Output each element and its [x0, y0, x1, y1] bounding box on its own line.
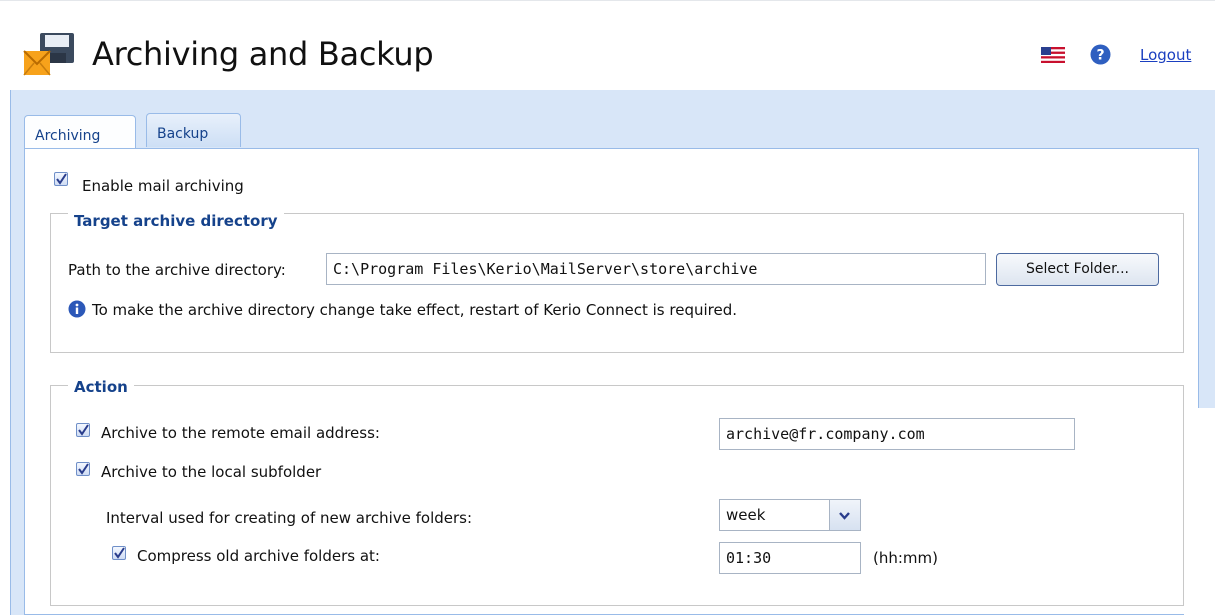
compress-unit-label: (hh:mm) — [873, 549, 938, 567]
interval-label: Interval used for creating of new archiv… — [106, 509, 473, 527]
compress-time-input[interactable]: 01:30 — [719, 542, 861, 574]
page-title: Archiving and Backup — [92, 35, 434, 73]
page-edge — [1184, 408, 1215, 615]
check-icon — [114, 547, 125, 559]
help-icon[interactable]: ? — [1090, 44, 1111, 65]
archive-path-input[interactable]: C:\Program Files\Kerio\MailServer\store\… — [326, 253, 986, 285]
logout-link[interactable]: Logout — [1140, 46, 1191, 64]
action-legend: Action — [68, 378, 134, 396]
local-subfolder-checkbox[interactable] — [76, 462, 90, 476]
chevron-down-icon[interactable] — [829, 500, 860, 530]
svg-text:?: ? — [1096, 48, 1104, 64]
us-flag-icon[interactable] — [1041, 47, 1065, 63]
archive-mail-icon — [23, 33, 74, 76]
check-icon — [56, 173, 67, 185]
check-icon — [78, 424, 89, 436]
enable-archiving-label: Enable mail archiving — [82, 177, 244, 195]
enable-archiving-checkbox[interactable] — [54, 172, 68, 186]
path-label: Path to the archive directory: — [68, 261, 286, 279]
remote-email-input[interactable]: archive@fr.company.com — [719, 418, 1075, 450]
interval-value: week — [726, 506, 766, 524]
restart-info-text: To make the archive directory change tak… — [92, 301, 737, 319]
local-subfolder-label: Archive to the local subfolder — [101, 463, 322, 481]
target-directory-legend: Target archive directory — [68, 212, 284, 230]
info-icon — [68, 300, 86, 318]
tab-archiving[interactable]: Archiving — [24, 115, 136, 150]
select-folder-button[interactable]: Select Folder... — [996, 253, 1159, 286]
interval-select[interactable]: week — [719, 499, 861, 531]
check-icon — [78, 463, 89, 475]
compress-checkbox[interactable] — [112, 546, 126, 560]
header-bar: Archiving and Backup ? Logout — [0, 0, 1215, 91]
remote-email-label: Archive to the remote email address: — [101, 424, 380, 442]
remote-email-checkbox[interactable] — [76, 423, 90, 437]
compress-label: Compress old archive folders at: — [137, 547, 380, 565]
tab-backup[interactable]: Backup — [146, 113, 241, 147]
